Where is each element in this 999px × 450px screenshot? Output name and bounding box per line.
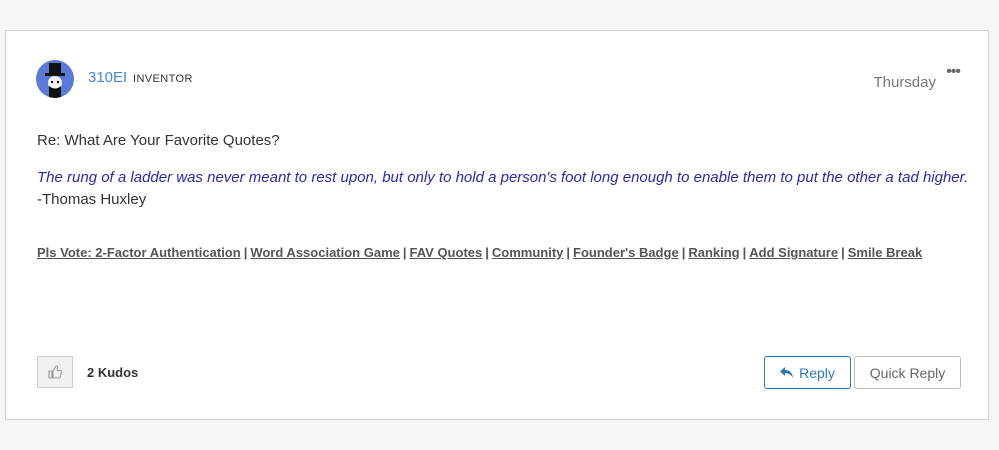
post-date: Thursday — [873, 74, 936, 91]
signature-link-word-association[interactable]: Word Association Game — [250, 245, 400, 260]
separator: | — [243, 245, 248, 260]
quick-reply-button[interactable]: Quick Reply — [854, 356, 961, 389]
signature-link-founders-badge[interactable]: Founder's Badge — [573, 245, 679, 260]
thumbs-up-icon — [48, 365, 62, 379]
post-subject: Re: What Are Your Favorite Quotes? — [37, 132, 280, 149]
quote-text: The rung of a ladder was never meant to … — [37, 169, 969, 186]
separator: | — [485, 245, 489, 260]
separator: | — [742, 245, 747, 260]
quote-author: -Thomas Huxley — [37, 191, 147, 208]
kudos-count: 2 Kudos — [87, 365, 139, 380]
more-options-icon[interactable]: ••• — [946, 64, 961, 80]
separator: | — [841, 245, 845, 260]
separator: | — [566, 245, 571, 260]
signature-links: Pls Vote: 2-Factor Authentication | Word A… — [37, 245, 922, 260]
signature-link-ranking[interactable]: Ranking — [688, 245, 739, 260]
signature-link-community[interactable]: Community — [492, 245, 564, 260]
signature-link-add-signature[interactable]: Add Signature — [749, 245, 838, 260]
avatar[interactable] — [36, 60, 74, 98]
quick-reply-button-label: Quick Reply — [869, 364, 946, 381]
kudos-button[interactable] — [37, 356, 73, 388]
post-card: 310EI INVENTOR Thursday ••• Re: What Are… — [5, 30, 989, 420]
username-link[interactable]: 310EI — [88, 69, 127, 86]
reply-button-label: Reply — [799, 364, 835, 381]
top-hat-avatar-icon — [45, 63, 65, 98]
post-body: The rung of a ladder was never meant to … — [37, 167, 972, 211]
reply-button[interactable]: Reply — [764, 356, 851, 389]
signature-link-smile-break[interactable]: Smile Break — [848, 245, 922, 260]
signature-link-fav-quotes[interactable]: FAV Quotes — [410, 245, 483, 260]
user-rank: INVENTOR — [133, 73, 193, 85]
separator: | — [402, 245, 407, 260]
separator: | — [681, 245, 686, 260]
signature-link-vote-2fa[interactable]: Pls Vote: 2-Factor Authentication — [37, 245, 241, 260]
reply-arrow-icon — [780, 366, 794, 378]
